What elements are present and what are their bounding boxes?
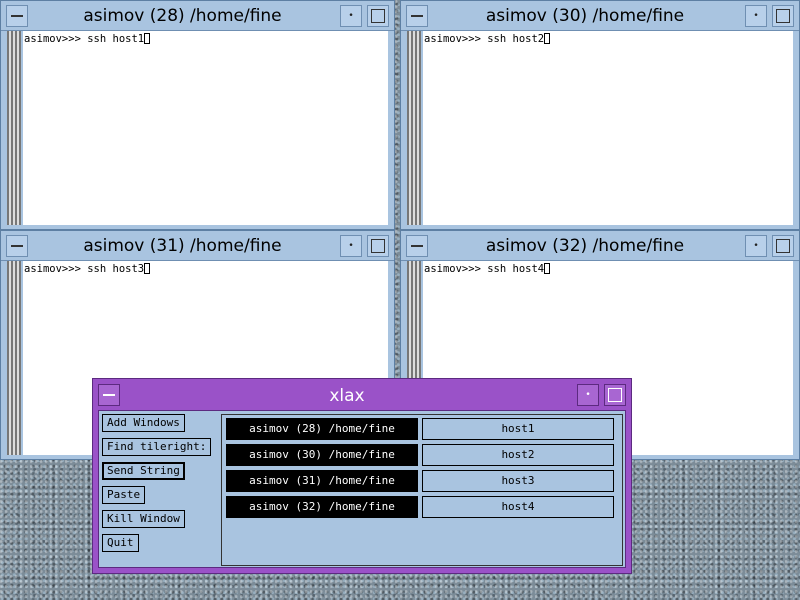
window-title: asimov (32) /home/fine (485, 236, 685, 256)
window-menu-icon[interactable] (406, 5, 428, 27)
host-entry[interactable]: host4 (422, 496, 614, 518)
text-cursor (544, 33, 551, 44)
window-title: asimov (31) /home/fine (83, 236, 282, 256)
maximize-icon[interactable] (772, 5, 794, 27)
terminal-area[interactable]: asimov>>> ssh host2 (423, 31, 793, 225)
maximize-icon[interactable] (367, 5, 389, 27)
terminal-area[interactable]: asimov>>> ssh host1 (23, 31, 388, 225)
window-menu-icon[interactable] (6, 5, 28, 27)
minimize-icon[interactable]: • (340, 235, 362, 257)
window-entry[interactable]: asimov (30) /home/fine (226, 444, 418, 466)
window-title: asimov (30) /home/fine (485, 6, 685, 26)
text-cursor (144, 263, 151, 274)
terminal-line: asimov>>> ssh host2 (424, 33, 545, 45)
maximize-icon[interactable] (604, 384, 626, 406)
terminal-line: asimov>>> ssh host4 (424, 263, 545, 275)
window-list-panel: asimov (28) /home/fine host1 asimov (30)… (221, 414, 623, 566)
xterm-window-28[interactable]: asimov (28) /home/fine • asimov>>> ssh h… (0, 0, 395, 230)
add-windows-button[interactable]: Add Windows (102, 414, 185, 432)
xterm-titlebar[interactable]: asimov (30) /home/fine • (401, 1, 799, 31)
send-string-button[interactable]: Send String (102, 462, 185, 480)
host-entry[interactable]: host2 (422, 444, 614, 466)
host-entry[interactable]: host3 (422, 470, 614, 492)
terminal-line: asimov>>> ssh host3 (24, 263, 145, 275)
window-menu-icon[interactable] (406, 235, 428, 257)
window-menu-icon[interactable] (6, 235, 28, 257)
window-entry[interactable]: asimov (28) /home/fine (226, 418, 418, 440)
xlax-titlebar[interactable]: xlax • (93, 379, 631, 411)
xterm-titlebar[interactable]: asimov (28) /home/fine • (1, 1, 394, 31)
xlax-window[interactable]: xlax • Add Windows Find tileright: Send … (92, 378, 632, 574)
scrollbar[interactable] (407, 31, 421, 225)
xterm-titlebar[interactable]: asimov (32) /home/fine • (401, 231, 799, 261)
minimize-icon[interactable]: • (577, 384, 599, 406)
text-cursor (144, 33, 151, 44)
minimize-icon[interactable]: • (340, 5, 362, 27)
scrollbar[interactable] (7, 31, 21, 225)
terminal-line: asimov>>> ssh host1 (24, 33, 145, 45)
xlax-content: Add Windows Find tileright: Send String … (98, 410, 626, 568)
find-tileright-button[interactable]: Find tileright: (102, 438, 212, 456)
kill-window-button[interactable]: Kill Window (102, 510, 185, 528)
paste-button[interactable]: Paste (102, 486, 146, 504)
window-menu-icon[interactable] (98, 384, 120, 406)
window-entry[interactable]: asimov (32) /home/fine (226, 496, 418, 518)
window-title: asimov (28) /home/fine (83, 6, 282, 26)
host-entry[interactable]: host1 (422, 418, 614, 440)
xterm-window-30[interactable]: asimov (30) /home/fine • asimov>>> ssh h… (400, 0, 800, 230)
window-title: xlax (329, 386, 365, 406)
minimize-icon[interactable]: • (745, 5, 767, 27)
text-cursor (544, 263, 551, 274)
window-entry[interactable]: asimov (31) /home/fine (226, 470, 418, 492)
quit-button[interactable]: Quit (102, 534, 139, 552)
maximize-icon[interactable] (367, 235, 389, 257)
scrollbar[interactable] (7, 261, 21, 455)
maximize-icon[interactable] (772, 235, 794, 257)
xterm-titlebar[interactable]: asimov (31) /home/fine • (1, 231, 394, 261)
minimize-icon[interactable]: • (745, 235, 767, 257)
